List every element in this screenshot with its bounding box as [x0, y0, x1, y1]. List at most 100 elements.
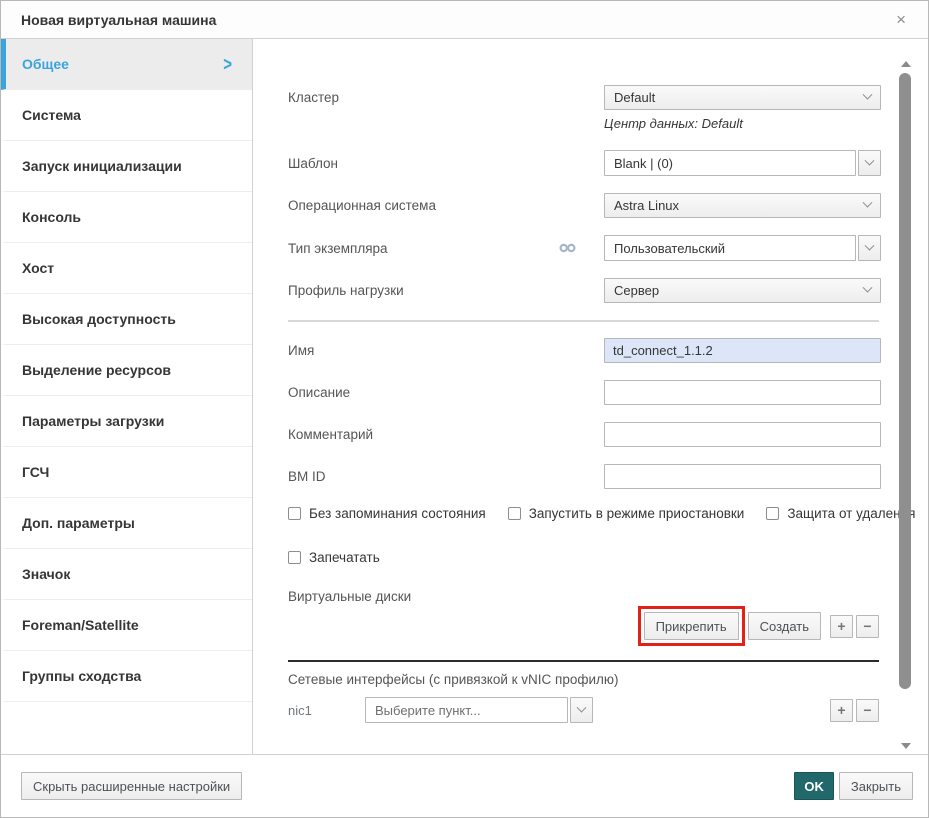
cluster-select-value: Default: [614, 90, 655, 105]
name-input[interactable]: [604, 338, 881, 363]
scrollbar-thumb[interactable]: [899, 73, 911, 689]
close-icon[interactable]: ×: [892, 9, 910, 30]
ok-button[interactable]: OK: [794, 772, 834, 800]
sidebar-item-console[interactable]: Консоль: [1, 192, 252, 243]
add-disk-icon[interactable]: +: [830, 615, 853, 638]
comment-row: Комментарий: [288, 422, 879, 447]
chevron-down-icon: [863, 283, 873, 293]
sidebar-item-resource-allocation[interactable]: Выделение ресурсов: [1, 345, 252, 396]
sidebar-item-rng[interactable]: ГСЧ: [1, 447, 252, 498]
nic-profile-combobox: Выберите пункт...: [365, 697, 593, 723]
sidebar-item-boot-options[interactable]: Параметры загрузки: [1, 396, 252, 447]
close-button[interactable]: Закрыть: [839, 772, 913, 800]
start-paused-checkbox-group: Запустить в режиме приостановки: [508, 506, 745, 521]
seal-checkbox[interactable]: [288, 551, 301, 564]
attach-disk-button[interactable]: Прикрепить: [644, 612, 739, 640]
name-row: Имя: [288, 338, 879, 363]
sidebar-item-system[interactable]: Система: [1, 90, 252, 141]
delete-protection-checkbox[interactable]: [766, 507, 779, 520]
new-vm-dialog: Новая виртуальная машина × Общее > Систе…: [0, 0, 929, 818]
sidebar-item-affinity-groups[interactable]: Группы сходства: [1, 651, 252, 702]
start-paused-checkbox[interactable]: [508, 507, 521, 520]
nic-profile-dropdown-button[interactable]: [570, 697, 593, 723]
sidebar-item-label: Общее: [22, 56, 69, 72]
optimized-for-select-value: Сервер: [614, 283, 659, 298]
nic-profile-placeholder[interactable]: Выберите пункт...: [365, 697, 568, 723]
chevron-down-icon: [577, 702, 587, 712]
stateless-label: Без запоминания состояния: [309, 506, 486, 521]
sidebar-item-general[interactable]: Общее >: [1, 39, 252, 90]
vm-id-row: ВМ ID: [288, 464, 879, 489]
form-content: Кластер Default Центр данных: Default Ша…: [253, 39, 928, 754]
os-select[interactable]: Astra Linux: [604, 193, 881, 218]
vm-id-input[interactable]: [604, 464, 881, 489]
cluster-row: Кластер Default: [288, 85, 879, 110]
instance-type-dropdown-button[interactable]: [858, 235, 881, 261]
sidebar-item-label: Значок: [22, 566, 70, 582]
cluster-label: Кластер: [288, 90, 604, 105]
template-dropdown-button[interactable]: [858, 150, 881, 176]
optimized-for-select[interactable]: Сервер: [604, 278, 881, 303]
instance-type-row: Тип экземпляра Пользовательский: [288, 235, 879, 261]
comment-label: Комментарий: [288, 427, 604, 442]
sidebar-item-high-availability[interactable]: Высокая доступность: [1, 294, 252, 345]
sidebar-item-label: Параметры загрузки: [22, 413, 164, 429]
sidebar-item-label: Высокая доступность: [22, 311, 176, 327]
instance-type-combobox: Пользовательский: [604, 235, 881, 261]
sidebar-item-label: Хост: [22, 260, 54, 276]
sidebar-item-label: Система: [22, 107, 81, 123]
sidebar-item-label: Выделение ресурсов: [22, 362, 171, 378]
optimized-for-label: Профиль нагрузки: [288, 283, 604, 298]
sidebar-item-host[interactable]: Хост: [1, 243, 252, 294]
stateless-checkbox[interactable]: [288, 507, 301, 520]
instance-type-combobox-value[interactable]: Пользовательский: [604, 235, 856, 261]
nic-name-label: nic1: [288, 703, 365, 718]
hide-advanced-options-button[interactable]: Скрыть расширенные настройки: [21, 772, 242, 800]
chevron-right-icon: >: [223, 53, 232, 75]
template-label: Шаблон: [288, 156, 604, 171]
sidebar-item-icon[interactable]: Значок: [1, 549, 252, 600]
create-disk-button[interactable]: Создать: [748, 612, 821, 640]
template-combobox-value[interactable]: Blank | (0): [604, 150, 856, 176]
seal-checkbox-group: Запечатать: [288, 550, 380, 565]
seal-label: Запечатать: [309, 550, 380, 565]
os-label: Операционная система: [288, 198, 604, 213]
datacenter-helper-text: Центр данных: Default: [604, 116, 879, 131]
delete-protection-label: Защита от удаления: [787, 506, 915, 521]
comment-input[interactable]: [604, 422, 881, 447]
network-interfaces-label: Сетевые интерфейсы (с привязкой к vNIC п…: [288, 672, 879, 687]
seal-checkbox-row: Запечатать: [288, 550, 879, 565]
sidebar-item-label: Доп. параметры: [22, 515, 135, 531]
description-label: Описание: [288, 385, 604, 400]
remove-nic-icon[interactable]: −: [856, 699, 879, 722]
dialog-title: Новая виртуальная машина: [21, 12, 216, 28]
sidebar-item-initial-run[interactable]: Запуск инициализации: [1, 141, 252, 192]
delete-protection-checkbox-group: Защита от удаления: [766, 506, 915, 521]
sidebar-item-label: Foreman/Satellite: [22, 617, 139, 633]
network-section-divider: [288, 660, 879, 662]
chevron-down-icon: [865, 155, 875, 165]
add-nic-icon[interactable]: +: [830, 699, 853, 722]
scroll-up-arrow-icon[interactable]: [901, 61, 911, 67]
remove-disk-icon[interactable]: −: [856, 615, 879, 638]
chevron-down-icon: [865, 240, 875, 250]
virtual-disks-label: Виртуальные диски: [288, 589, 879, 604]
template-combobox: Blank | (0): [604, 150, 881, 176]
cluster-select[interactable]: Default: [604, 85, 881, 110]
scroll-down-arrow-icon[interactable]: [901, 743, 911, 749]
dialog-footer: Скрыть расширенные настройки OK Закрыть: [1, 754, 928, 817]
sidebar-item-foreman[interactable]: Foreman/Satellite: [1, 600, 252, 651]
stateless-checkbox-group: Без запоминания состояния: [288, 506, 486, 521]
sidebar-item-label: Группы сходства: [22, 668, 141, 684]
start-paused-label: Запустить в режиме приостановки: [529, 506, 745, 521]
sidebar-item-label: Консоль: [22, 209, 81, 225]
optimized-for-row: Профиль нагрузки Сервер: [288, 278, 879, 303]
template-row: Шаблон Blank | (0): [288, 150, 879, 176]
vertical-scrollbar[interactable]: [899, 57, 912, 755]
description-input[interactable]: [604, 380, 881, 405]
instance-type-label: Тип экземпляра: [288, 241, 388, 256]
chevron-down-icon: [863, 90, 873, 100]
sidebar-item-custom-properties[interactable]: Доп. параметры: [1, 498, 252, 549]
state-checkbox-row: Без запоминания состояния Запустить в ре…: [288, 506, 879, 521]
name-label: Имя: [288, 343, 604, 358]
